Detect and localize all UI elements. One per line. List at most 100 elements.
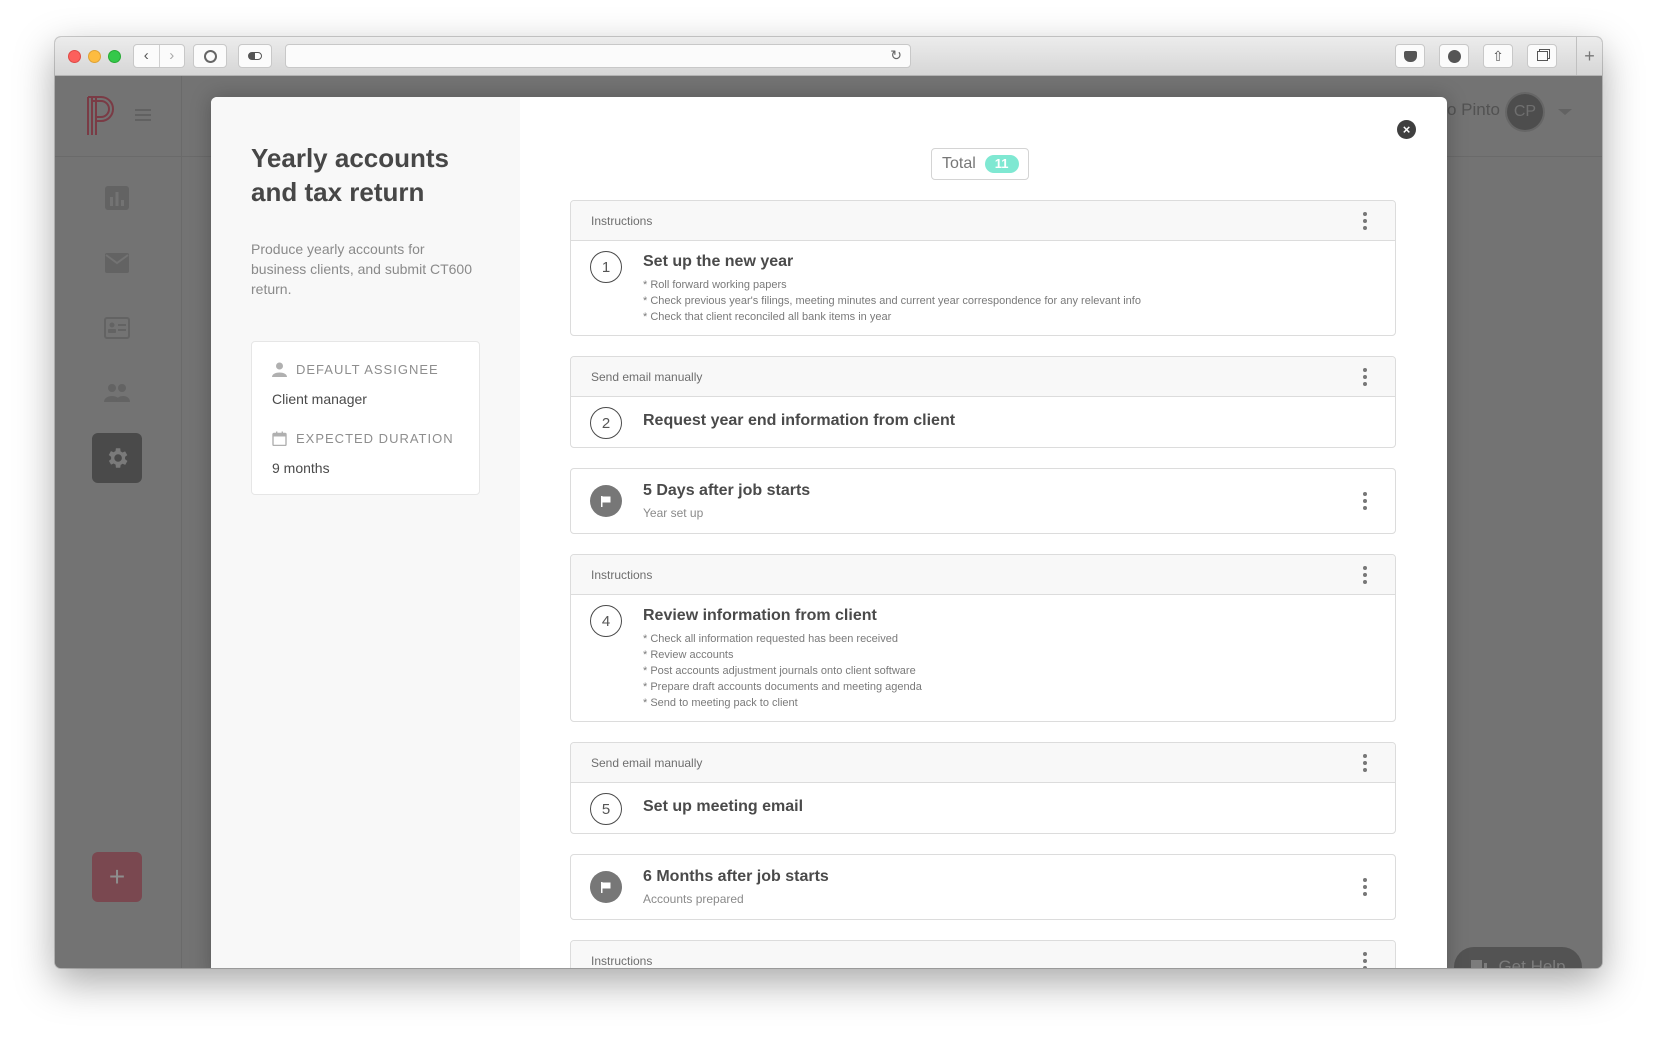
more-options-icon[interactable] [1363,878,1367,896]
milestone-title: 6 Months after job starts [643,868,829,885]
share-icon: ⇧ [1492,47,1504,64]
close-window-button[interactable] [68,50,81,63]
step-type-label: Instructions [591,567,653,582]
password-manager-button[interactable] [193,44,227,68]
step-card[interactable]: Send email manually 2 Request year end i… [570,356,1396,448]
menu-toggle[interactable] [135,109,151,124]
pocket-button[interactable] [1395,44,1425,68]
instruction-line: * Prepare draft accounts documents and m… [643,681,922,693]
modal-description: Produce yearly accounts for business cli… [251,241,472,297]
nav-buttons: ‹ › [133,44,185,68]
minimize-window-button[interactable] [88,50,101,63]
workflow-meta-card: DEFAULT ASSIGNEE Client manager EXPECTED… [251,341,480,495]
step-number: 2 [590,407,622,439]
milestone-subtitle: Accounts prepared [643,892,744,906]
step-type-label: Instructions [591,213,653,228]
instruction-line: * Review accounts [643,649,734,661]
step-type-header: Instructions [571,201,1395,241]
step-type-label: Send email manually [591,755,703,770]
step-type-header: Instructions [571,555,1395,595]
download-button[interactable] [1439,44,1469,68]
total-steps-badge: Total 11 [931,148,1029,180]
new-tab-button[interactable]: + [1576,37,1602,75]
total-count: 11 [984,155,1019,173]
step-body: 2 Request year end information from clie… [571,397,1395,447]
step-number: 4 [590,605,622,637]
sidebar-item-team[interactable] [92,368,142,418]
modal-info-panel: Yearly accounts and tax return Produce y… [211,97,520,968]
toggle-icon [248,52,262,60]
people-icon [104,384,130,402]
milestone-body: 5 Days after job starts Year set up [571,469,1395,533]
pocket-icon [1403,50,1417,62]
password-manager-icon [203,49,217,63]
bar-chart-icon [105,186,129,210]
milestone-body: 6 Months after job starts Accounts prepa… [571,855,1395,919]
step-type-label: Instructions [591,953,653,968]
zoom-window-button[interactable] [108,50,121,63]
avatar[interactable]: CP [1507,94,1543,130]
expected-duration-value: 9 months [272,460,330,476]
get-help-button[interactable]: Get Help [1454,947,1582,968]
user-name[interactable]: o Pinto [1447,100,1500,120]
expected-duration-label: EXPECTED DURATION [272,431,459,446]
get-help-label: Get Help [1498,957,1566,968]
milestone-subtitle: Year set up [643,506,704,520]
sidebar-item-settings[interactable] [92,433,142,483]
instruction-line: * Check all information requested has be… [643,633,898,645]
back-button[interactable]: ‹ [134,45,159,67]
envelope-icon [105,253,129,273]
milestone-card[interactable]: 5 Days after job starts Year set up [570,468,1396,534]
sidebar-item-clients[interactable] [92,303,142,353]
chat-icon [1471,960,1488,968]
more-options-icon[interactable] [1363,211,1367,230]
toggle-button[interactable] [238,44,272,68]
step-type-header: Instructions [571,941,1395,968]
instruction-line: * Check that client reconciled all bank … [643,311,892,323]
share-button[interactable]: ⇧ [1483,44,1513,68]
step-card[interactable]: Instructions 1 Set up the new year * Rol… [570,200,1396,336]
close-modal-button[interactable]: × [1397,120,1416,139]
reload-icon[interactable]: ↻ [890,47,902,64]
address-bar[interactable]: ↻ [285,44,911,68]
workflow-modal: Yearly accounts and tax return Produce y… [211,97,1447,968]
step-body: 5 Set up meeting email [571,783,1395,833]
default-assignee-label: DEFAULT ASSIGNEE [272,362,459,377]
sidebar-item-messages[interactable] [92,238,142,288]
milestone-card[interactable]: 6 Months after job starts Accounts prepa… [570,854,1396,920]
step-body: 4 Review information from client * Check… [571,595,1395,721]
more-options-icon[interactable] [1363,753,1367,772]
expected-duration-label-text: EXPECTED DURATION [296,431,454,446]
steps-list: Instructions 1 Set up the new year * Rol… [570,200,1396,968]
tabs-overview-button[interactable] [1527,44,1557,68]
instruction-line: * Roll forward working papers [643,279,787,291]
step-title: Request year end information from client [643,412,956,429]
step-title: Set up meeting email [643,798,804,815]
more-options-icon[interactable] [1363,951,1367,968]
instruction-line: * Post accounts adjustment journals onto… [643,665,916,677]
milestone-title: 5 Days after job starts [643,482,811,499]
step-card[interactable]: Instructions [570,940,1396,968]
step-number: 1 [590,251,622,283]
more-options-icon[interactable] [1363,367,1367,386]
more-options-icon[interactable] [1363,565,1367,584]
calendar-icon [272,431,287,446]
add-button[interactable]: + [92,852,142,902]
forward-button[interactable]: › [158,45,185,67]
more-options-icon[interactable] [1363,492,1367,510]
step-card[interactable]: Instructions 4 Review information from c… [570,554,1396,722]
person-icon [272,362,287,377]
step-card[interactable]: Send email manually 5 Set up meeting ema… [570,742,1396,834]
default-assignee-label-text: DEFAULT ASSIGNEE [296,362,439,377]
flag-icon [590,485,622,517]
total-label: Total [942,155,976,172]
step-type-label: Send email manually [591,369,703,384]
browser-toolbar: ‹ › ↻ ⇧ + [55,37,1602,76]
chevron-down-icon[interactable] [1558,109,1572,115]
tabs-icon [1536,51,1548,61]
sidebar-item-dashboard[interactable] [92,173,142,223]
step-instructions: * Check all information requested has be… [643,631,1375,711]
default-assignee-value: Client manager [272,391,367,407]
step-instructions: * Roll forward working papers * Check pr… [643,277,1375,325]
instruction-line: * Send to meeting pack to client [643,697,798,709]
